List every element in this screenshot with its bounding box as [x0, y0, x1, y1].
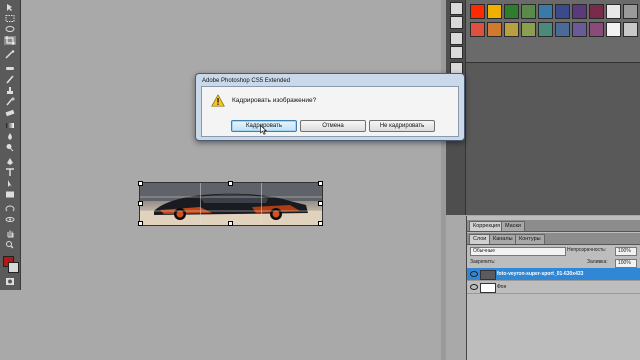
cancel-button[interactable]: Отмена	[300, 120, 366, 132]
mouse-cursor-icon	[260, 125, 267, 135]
crop-handle-bottom-right[interactable]	[318, 221, 323, 226]
color-swatch[interactable]	[504, 4, 519, 19]
crop-handle-left[interactable]	[138, 201, 143, 206]
car-image	[140, 183, 322, 225]
eyedropper-icon[interactable]	[4, 50, 16, 59]
color-swatch[interactable]	[572, 4, 587, 19]
lasso-icon[interactable]	[4, 25, 16, 34]
tab-channels[interactable]: Каналы	[489, 234, 517, 244]
hand-icon[interactable]	[4, 229, 16, 238]
tab-adjustments[interactable]: Коррекция	[469, 221, 505, 231]
dialog-message: Кадрировать изображение?	[232, 97, 317, 104]
crop-icon[interactable]	[4, 36, 16, 45]
adjustments-tabrow: Коррекция Маски	[467, 220, 640, 232]
zoom-icon[interactable]	[4, 240, 16, 249]
crop-confirm-dialog: Adobe Photoshop CS5 Extended Кадрировать…	[195, 73, 465, 141]
crop-handle-right[interactable]	[318, 201, 323, 206]
color-swatch[interactable]	[504, 22, 519, 37]
layer-name: foto-veyron-super-sport_01-630x433	[497, 271, 584, 277]
panel-area	[466, 63, 640, 215]
opacity-field[interactable]: 100%	[615, 247, 637, 256]
document-canvas-area[interactable]	[21, 0, 441, 360]
3d-orbit-icon[interactable]	[4, 215, 16, 224]
eye-icon[interactable]	[470, 271, 478, 277]
eye-icon[interactable]	[470, 284, 478, 290]
lock-label: Закрепить:	[470, 259, 496, 265]
color-swatch[interactable]	[589, 22, 604, 37]
tab-paths[interactable]: Контуры	[515, 234, 545, 244]
fill-label: Заливка:	[587, 259, 608, 265]
document-image-crop-area[interactable]	[139, 182, 323, 226]
history-panel-icon[interactable]	[450, 2, 463, 15]
eraser-icon[interactable]	[4, 108, 16, 117]
dialog-title: Adobe Photoshop CS5 Extended	[202, 78, 291, 84]
crop-handle-bottom-left[interactable]	[138, 221, 143, 226]
color-swatch[interactable]	[521, 22, 536, 37]
tab-masks[interactable]: Маски	[501, 221, 525, 231]
crop-handle-top[interactable]	[228, 181, 233, 186]
layer-thumbnail	[480, 270, 496, 280]
pen-icon[interactable]	[4, 157, 16, 166]
type-icon[interactable]	[4, 168, 16, 177]
opacity-label: Непрозрачность:	[567, 247, 607, 253]
swatches-panel	[466, 0, 640, 63]
color-swatch[interactable]	[470, 22, 485, 37]
move-icon[interactable]	[4, 3, 16, 12]
path-select-icon[interactable]	[4, 179, 16, 188]
crop-handle-bottom[interactable]	[228, 221, 233, 226]
color-swatch[interactable]	[521, 4, 536, 19]
color-swatch[interactable]	[487, 4, 502, 19]
crop-handle-top-left[interactable]	[138, 181, 143, 186]
background-color-swatch[interactable]	[8, 262, 19, 273]
color-swatch[interactable]	[623, 22, 638, 37]
blend-mode-select[interactable]: Обычные	[470, 247, 566, 256]
color-swatch[interactable]	[606, 22, 621, 37]
color-swatch[interactable]	[555, 22, 570, 37]
warning-icon	[211, 94, 225, 107]
color-swatch[interactable]	[572, 22, 587, 37]
color-swatch[interactable]	[623, 4, 638, 19]
shape-icon[interactable]	[4, 190, 16, 199]
history-brush-icon[interactable]	[4, 97, 16, 106]
brush-icon[interactable]	[4, 75, 16, 84]
toolbox	[0, 0, 21, 290]
tab-layers[interactable]: Слои	[469, 234, 491, 244]
3d-rotate-icon[interactable]	[4, 204, 16, 213]
quick-mask-icon[interactable]	[4, 277, 16, 286]
healing-icon[interactable]	[4, 64, 16, 73]
layer-thumbnail	[480, 283, 496, 293]
layers-tabrow: Слои Каналы Контуры	[467, 233, 640, 245]
clone-stamp-icon[interactable]	[4, 86, 16, 95]
layer-row[interactable]: foto-veyron-super-sport_01-630x433	[467, 268, 640, 281]
crop-handle-top-right[interactable]	[318, 181, 323, 186]
layer-name: Фон	[497, 284, 507, 290]
color-swatch[interactable]	[470, 4, 485, 19]
layers-panel: Коррекция Маски Слои Каналы Контуры Обыч…	[466, 216, 640, 360]
fill-field[interactable]: 100%	[615, 259, 637, 268]
brush-panel-icon[interactable]	[450, 32, 463, 45]
layer-row[interactable]: Фон	[467, 281, 640, 294]
color-swatch[interactable]	[555, 4, 570, 19]
gradient-icon[interactable]	[4, 121, 16, 130]
actions-panel-icon[interactable]	[450, 16, 463, 29]
dont-crop-button[interactable]: Не кадрировать	[369, 120, 435, 132]
clone-source-panel-icon[interactable]	[450, 46, 463, 59]
dialog-body: Кадрировать изображение? Кадрировать Отм…	[201, 86, 459, 137]
color-swatch[interactable]	[487, 22, 502, 37]
blur-icon[interactable]	[4, 132, 16, 141]
color-swatch[interactable]	[589, 4, 604, 19]
dodge-icon[interactable]	[4, 143, 16, 152]
marquee-icon[interactable]	[4, 14, 16, 23]
color-swatch[interactable]	[538, 22, 553, 37]
color-swatch[interactable]	[538, 4, 553, 19]
color-swatch[interactable]	[606, 4, 621, 19]
